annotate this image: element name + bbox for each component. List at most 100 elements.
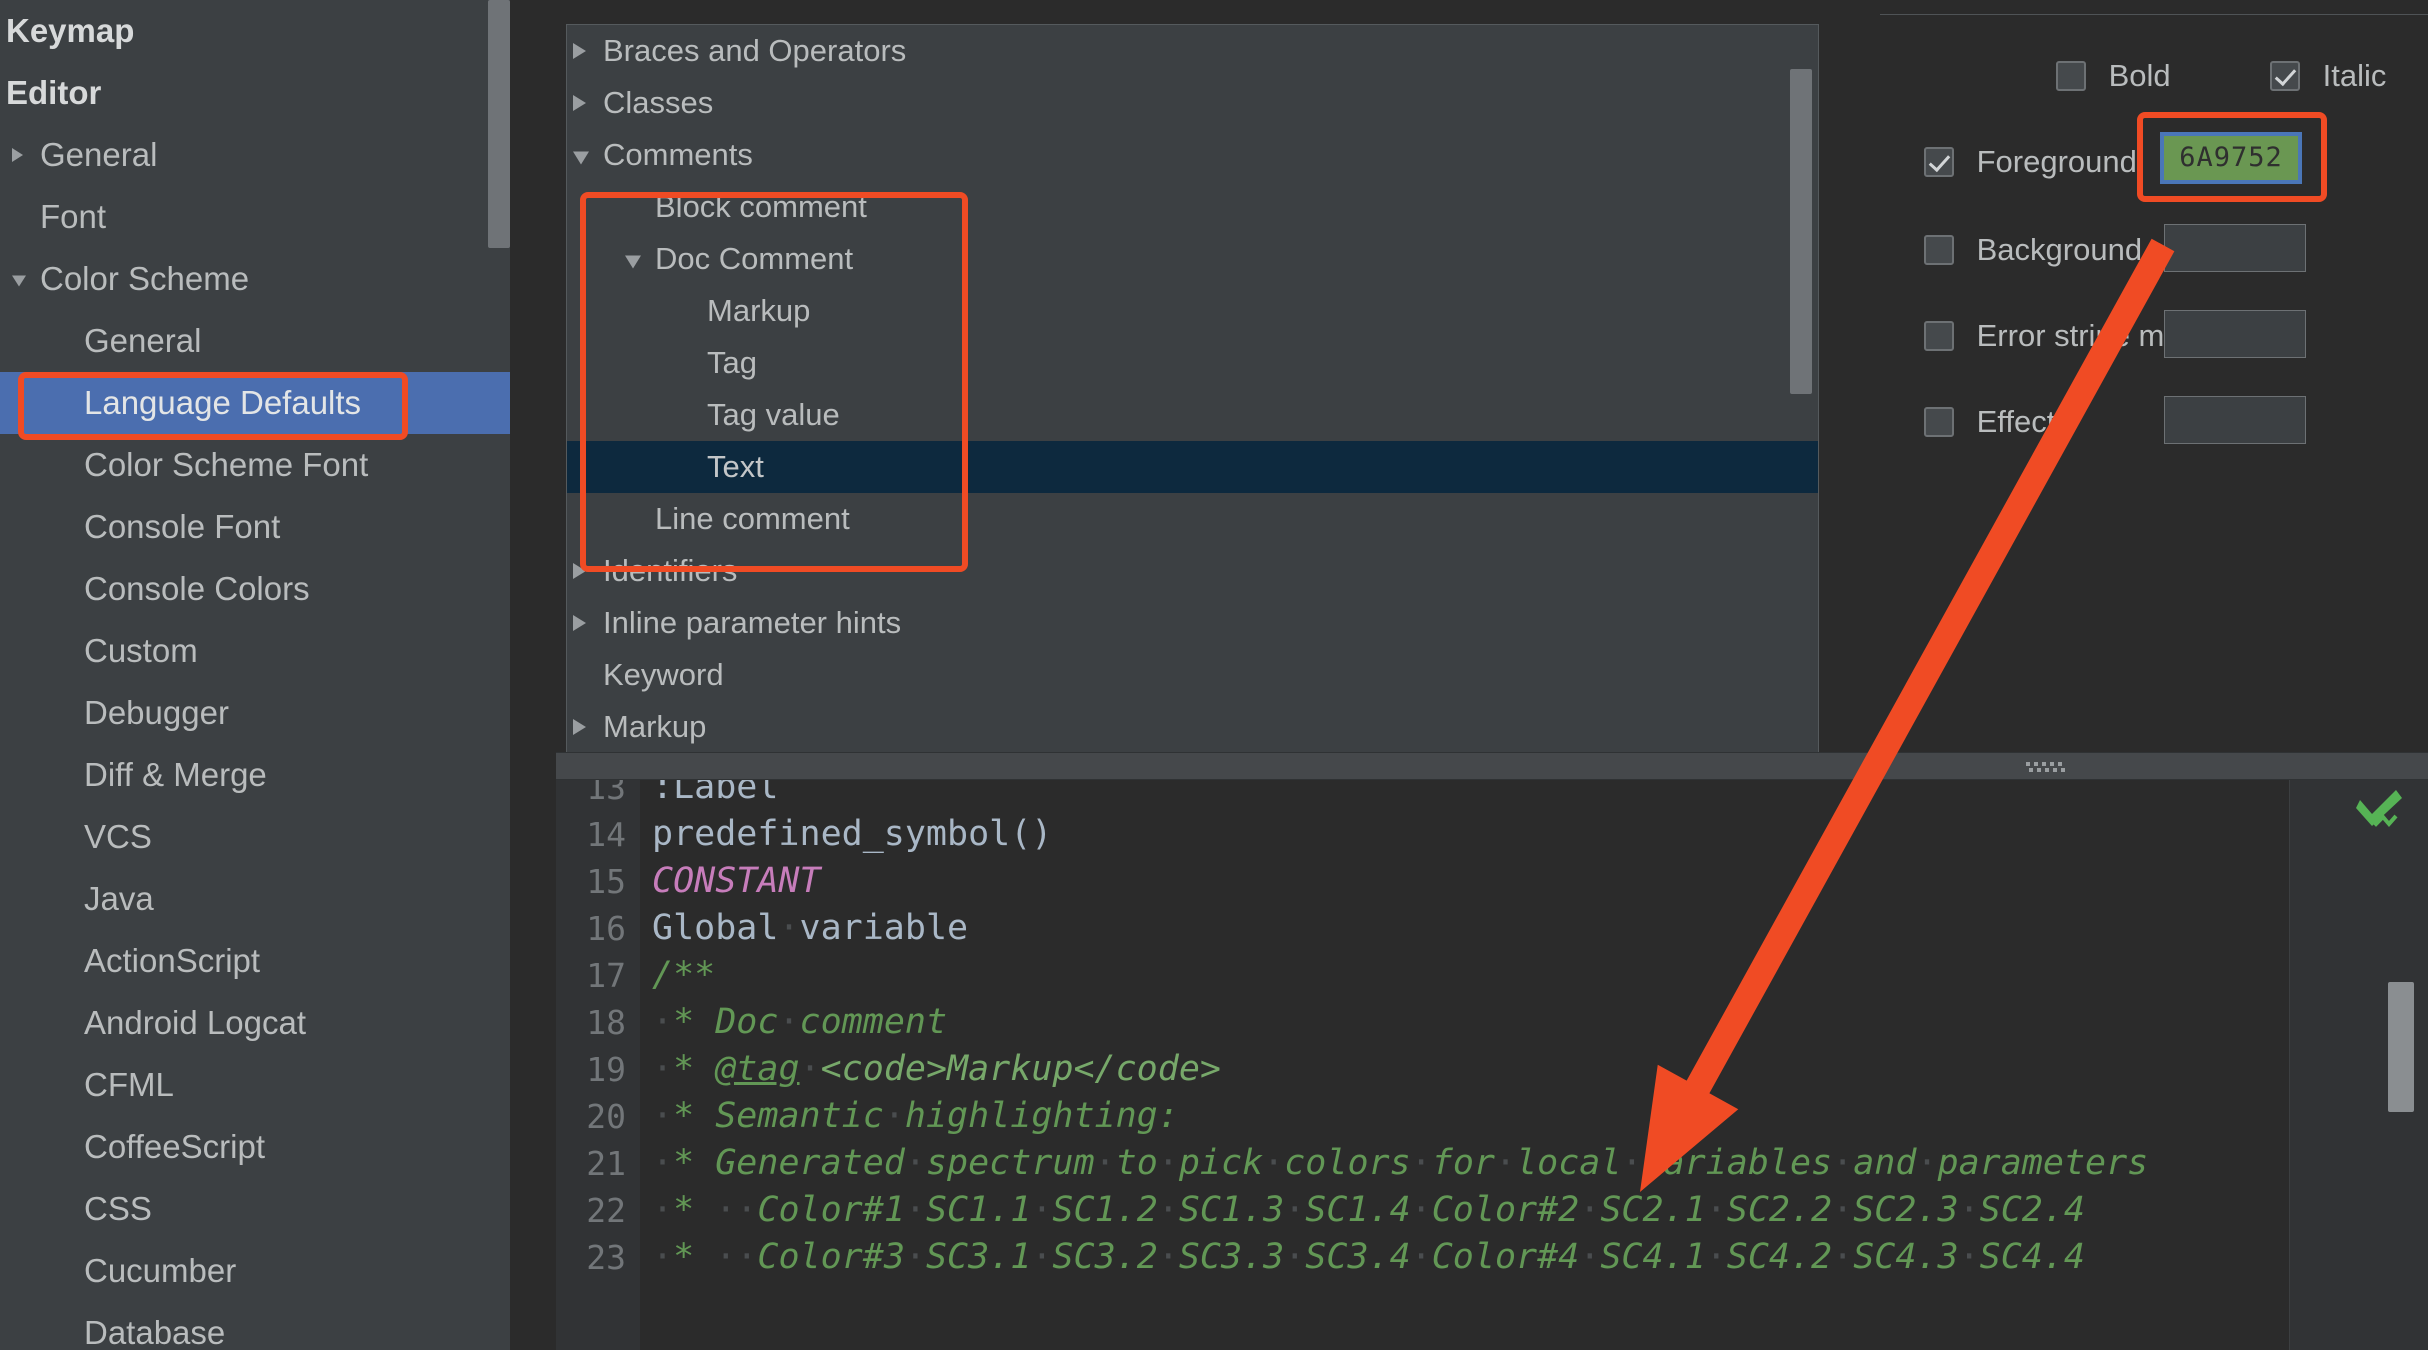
color-settings-tree-panel[interactable]: Braces and Operators Classes Comments Block… — [566, 24, 1819, 757]
sidebar-item-general[interactable]: General — [0, 310, 534, 372]
sidebar-item-console-font[interactable]: Console Font — [0, 496, 534, 558]
code-token: · — [778, 1002, 800, 1042]
chevron-right-icon[interactable] — [573, 95, 586, 111]
tree-scrollbar-thumb[interactable] — [1790, 69, 1812, 394]
code-token: Semantic — [715, 1096, 884, 1136]
code-token: SC4.2 — [1726, 1237, 1833, 1277]
tree-item-text[interactable]: Text — [567, 441, 1818, 493]
tree-item-braces-and-operators[interactable]: Braces and Operators — [567, 25, 1818, 77]
chevron-down-icon[interactable] — [12, 275, 26, 287]
tree-item-label: Tag value — [707, 397, 840, 432]
sidebar-item-java[interactable]: Java — [0, 868, 534, 930]
tree-item-identifiers[interactable]: Identifiers — [567, 545, 1818, 597]
code-token: * — [673, 1049, 716, 1089]
sidebar-item-css[interactable]: CSS — [0, 1178, 534, 1240]
sidebar-item-color-scheme[interactable]: Color Scheme — [0, 248, 534, 310]
background-checkbox[interactable] — [1924, 234, 1954, 265]
sidebar-item-debugger[interactable]: Debugger — [0, 682, 534, 744]
sidebar-item-label: CoffeeScript — [84, 1128, 265, 1165]
italic-checkbox[interactable] — [2270, 60, 2300, 91]
code-token: Color#2 — [1431, 1190, 1580, 1230]
sidebar-item-language-defaults[interactable]: Language Defaults — [0, 372, 534, 434]
code-token: · — [1494, 1143, 1517, 1183]
sidebar-item-coffeescript[interactable]: CoffeeScript — [0, 1116, 534, 1178]
bold-checkbox[interactable] — [2056, 60, 2086, 91]
code-token: · — [1410, 1143, 1432, 1183]
italic-checkbox-row[interactable]: Italic — [2270, 56, 2386, 94]
tree-item-classes[interactable]: Classes — [567, 77, 1818, 129]
effects-checkbox[interactable] — [1924, 406, 1954, 437]
chevron-down-icon[interactable] — [573, 151, 589, 165]
code-token: · — [652, 1002, 674, 1042]
chevron-right-icon[interactable] — [573, 43, 586, 59]
chevron-right-icon[interactable] — [12, 148, 23, 162]
sidebar-item-general[interactable]: General — [0, 124, 534, 186]
code-token: colors — [1284, 1143, 1411, 1183]
sidebar-item-console-colors[interactable]: Console Colors — [0, 558, 534, 620]
sidebar-item-actionscript[interactable]: ActionScript — [0, 930, 534, 992]
code-token: SC3.2 — [1052, 1237, 1158, 1277]
tree-item-markup[interactable]: Markup — [567, 701, 1818, 753]
sidebar-item-font[interactable]: Font — [0, 186, 534, 248]
code-token: · — [652, 1143, 674, 1183]
code-token: SC1.4 — [1305, 1190, 1411, 1230]
sidebar-item-label: Debugger — [84, 694, 229, 731]
tree-item-tag-value[interactable]: Tag value — [567, 389, 1818, 441]
inspection-ok-icon[interactable] — [2356, 788, 2404, 828]
code-token: SC3.1 — [925, 1237, 1032, 1277]
chevron-right-icon[interactable] — [573, 563, 586, 579]
sidebar-item-color-scheme-font[interactable]: Color Scheme Font — [0, 434, 534, 496]
sidebar-scrollbar-thumb[interactable] — [488, 0, 510, 248]
foreground-checkbox[interactable] — [1924, 146, 1954, 177]
line-number: 13 — [586, 780, 626, 807]
foreground-checkbox-row[interactable]: Foreground — [1924, 142, 2137, 180]
tree-item-label: Classes — [603, 85, 714, 120]
tree-item-label: Comments — [603, 137, 753, 172]
settings-sidebar[interactable]: Keymap Editor General Font Color Scheme Gener… — [0, 0, 534, 1350]
code-token: · — [1621, 1143, 1643, 1183]
background-color-swatch[interactable] — [2164, 224, 2306, 272]
sidebar-item-keymap[interactable]: Keymap — [0, 0, 534, 62]
code-token: · — [1832, 1237, 1854, 1277]
tree-item-label: Keyword — [603, 657, 724, 692]
tree-item-comments[interactable]: Comments — [567, 129, 1818, 181]
sidebar-item-editor[interactable]: Editor — [0, 62, 534, 124]
error-stripe-mark-checkbox[interactable] — [1924, 320, 1954, 351]
chevron-right-icon[interactable] — [573, 615, 586, 631]
tree-item-block-comment[interactable]: Block comment — [567, 181, 1818, 233]
code-token: predefined_symbol() — [652, 814, 1053, 854]
chevron-down-icon[interactable] — [625, 255, 641, 269]
editor-scrollbar-thumb[interactable] — [2388, 982, 2414, 1112]
sidebar-item-label: VCS — [84, 818, 152, 855]
panel-divider — [1880, 14, 2428, 15]
effects-checkbox-row[interactable]: Effects — [1924, 402, 2071, 440]
bold-checkbox-row[interactable]: Bold — [2056, 56, 2171, 94]
code-preview[interactable]: 13:Label 14 predefined_symbol() 15 CONSTANT 1… — [556, 780, 2428, 1350]
tree-item-markup[interactable]: Markup — [567, 285, 1818, 337]
foreground-color-swatch[interactable]: 6A9752 — [2160, 132, 2302, 184]
line-number: 22 — [586, 1191, 626, 1230]
sidebar-item-custom[interactable]: Custom — [0, 620, 534, 682]
sidebar-item-diff-merge[interactable]: Diff & Merge — [0, 744, 534, 806]
code-token: · — [1916, 1143, 1938, 1183]
panel-splitter[interactable] — [556, 752, 2428, 780]
background-checkbox-row[interactable]: Background — [1924, 230, 2142, 268]
tree-item-line-comment[interactable]: Line comment — [567, 493, 1818, 545]
tree-item-tag[interactable]: Tag — [567, 337, 1818, 389]
tree-item-doc-comment[interactable]: Doc Comment — [567, 233, 1818, 285]
effects-color-swatch[interactable] — [2164, 396, 2306, 444]
sidebar-item-vcs[interactable]: VCS — [0, 806, 534, 868]
code-token: Doc — [715, 1002, 779, 1042]
code-line-text: ·* ··Color#1·SC1.1·SC1.2·SC1.3·SC1.4·Col… — [652, 1187, 2085, 1234]
code-line-text: ·* Doc·comment — [652, 999, 947, 1046]
sidebar-item-database[interactable]: Database — [0, 1302, 534, 1350]
chevron-right-icon[interactable] — [573, 719, 586, 735]
tree-item-inline-parameter-hints[interactable]: Inline parameter hints — [567, 597, 1818, 649]
tree-item-keyword[interactable]: Keyword — [567, 649, 1818, 701]
sidebar-item-cfml[interactable]: CFML — [0, 1054, 534, 1116]
error-stripe-color-swatch[interactable] — [2164, 310, 2306, 358]
sidebar-item-cucumber[interactable]: Cucumber — [0, 1240, 534, 1302]
sidebar-item-android-logcat[interactable]: Android Logcat — [0, 992, 534, 1054]
sidebar-tree[interactable]: Keymap Editor General Font Color Scheme Gener… — [0, 0, 534, 1350]
color-settings-tree[interactable]: Braces and Operators Classes Comments Block… — [567, 25, 1818, 753]
